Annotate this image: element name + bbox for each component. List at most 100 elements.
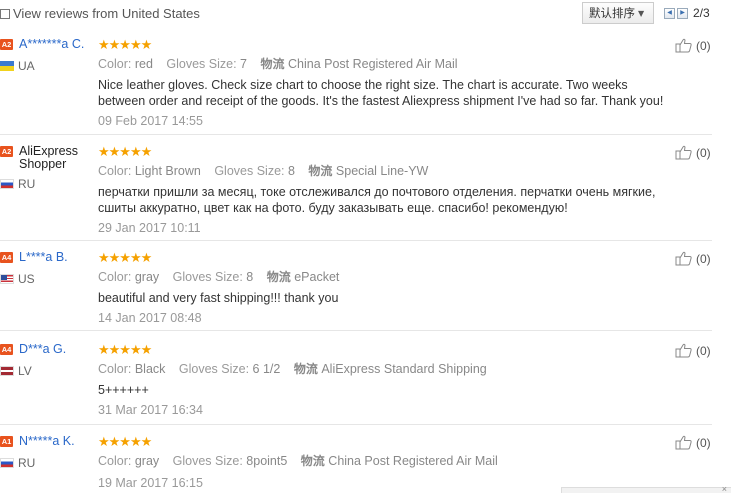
review-attributes: Color: Black Gloves Size: 6 1/2 物流 AliEx… (98, 362, 678, 376)
thumbs-up-icon (675, 343, 692, 358)
helpful-button[interactable]: (0) (675, 343, 711, 358)
reviewer-info: A4 D***a G. LV (0, 343, 96, 378)
reviewer-country: RU (0, 456, 96, 470)
buyer-level-badge: A4 (0, 252, 13, 263)
review-item: A4 L****a B. US ★★★★★ Color: gray Gloves… (0, 251, 712, 331)
shipping-label: 物流 (266, 270, 291, 284)
helpful-button[interactable]: (0) (675, 145, 711, 160)
helpful-count: (0) (696, 145, 711, 160)
helpful-count: (0) (696, 343, 711, 358)
color-value: gray (134, 454, 160, 468)
review-content: ★★★★★ Color: red Gloves Size: 7 物流 China… (98, 37, 678, 129)
country-code: LV (18, 364, 32, 378)
thumbs-up-icon (675, 435, 692, 450)
reviewer-country: RU (0, 177, 96, 191)
size-label: Gloves Size: (214, 164, 285, 178)
reviewer-name[interactable]: A*******a C. (19, 38, 84, 51)
color-value: gray (134, 270, 160, 284)
sort-dropdown-label: 默认排序 (589, 6, 635, 20)
buyer-level-badge: A1 (0, 436, 13, 447)
country-filter-label: View reviews from United States (13, 6, 200, 21)
shipping-value: China Post Registered Air Mail (328, 454, 498, 468)
size-value: 7 (240, 57, 247, 71)
reviewer-name[interactable]: D***a G. (19, 343, 66, 356)
review-date: 29 Jan 2017 10:11 (98, 221, 201, 235)
russia-flag-icon (0, 179, 14, 189)
review-attributes: Color: red Gloves Size: 7 物流 China Post … (98, 57, 678, 71)
color-label: Color: (98, 270, 132, 284)
reviewer-country: UA (0, 59, 96, 73)
reviewer-name[interactable]: L****a B. (19, 251, 68, 264)
star-rating: ★★★★★ (98, 37, 152, 52)
thumbs-up-icon (675, 145, 692, 160)
thumbs-up-icon (675, 38, 692, 53)
review-item: A2 AliExpress Shopper RU ★★★★★ Color: Li… (0, 145, 712, 241)
star-rating: ★★★★★ (98, 250, 152, 265)
country-filter[interactable]: View reviews from United States (0, 6, 200, 21)
size-value: 6 1/2 (252, 362, 281, 376)
close-icon[interactable]: × (722, 484, 727, 493)
country-code: US (18, 272, 35, 286)
country-code: RU (18, 177, 36, 191)
review-item: A1 N*****a K. RU ★★★★★ Color: gray Glove… (0, 435, 712, 493)
buyer-level-badge: A4 (0, 344, 13, 355)
review-item: A2 A*******a C. UA ★★★★★ Color: red Glov… (0, 38, 712, 135)
color-label: Color: (98, 57, 132, 71)
review-content: ★★★★★ Color: gray Gloves Size: 8 物流 ePac… (98, 250, 678, 326)
reviewer-info: A2 AliExpress Shopper RU (0, 145, 96, 191)
review-date: 09 Feb 2017 14:55 (98, 114, 203, 128)
helpful-button[interactable]: (0) (675, 435, 711, 450)
star-rating: ★★★★★ (98, 144, 152, 159)
reviewer-name[interactable]: AliExpress Shopper (19, 145, 89, 171)
floating-panel-edge: × (561, 484, 731, 493)
latvia-flag-icon (0, 366, 14, 376)
size-value: 8 (246, 270, 254, 284)
review-text: Nice leather gloves. Check size chart to… (98, 78, 664, 108)
helpful-count: (0) (696, 38, 711, 53)
shipping-label: 物流 (300, 454, 325, 468)
review-item: A4 D***a G. LV ★★★★★ Color: Black Gloves… (0, 343, 712, 425)
helpful-button[interactable]: (0) (675, 251, 711, 266)
star-rating: ★★★★★ (98, 434, 152, 449)
reviewer-country: US (0, 272, 96, 286)
russia-flag-icon (0, 458, 14, 468)
country-code: UA (18, 59, 35, 73)
sort-dropdown[interactable]: 默认排序 ▼ (582, 2, 654, 24)
pagination: ◀ ▶ 2/3 (664, 6, 710, 20)
usa-flag-icon (0, 274, 14, 284)
shipping-value: ePacket (294, 270, 340, 284)
size-label: Gloves Size: (172, 270, 243, 284)
size-label: Gloves Size: (172, 454, 243, 468)
reviewer-country: LV (0, 364, 96, 378)
color-value: Light Brown (134, 164, 201, 178)
helpful-button[interactable]: (0) (675, 38, 711, 53)
size-value: 8point5 (246, 454, 288, 468)
review-content: ★★★★★ Color: Light Brown Gloves Size: 8 … (98, 144, 678, 236)
review-content: ★★★★★ Color: gray Gloves Size: 8point5 物… (98, 434, 678, 491)
shipping-value: Special Line-YW (335, 164, 429, 178)
star-rating: ★★★★★ (98, 342, 152, 357)
next-page-icon[interactable]: ▶ (677, 7, 688, 19)
size-label: Gloves Size: (166, 57, 237, 71)
size-label: Gloves Size: (178, 362, 250, 376)
review-text: beautiful and very fast shipping!!! than… (98, 291, 339, 305)
review-content: ★★★★★ Color: Black Gloves Size: 6 1/2 物流… (98, 342, 678, 418)
shipping-label: 物流 (293, 362, 318, 376)
country-code: RU (18, 456, 36, 470)
helpful-count: (0) (696, 435, 711, 450)
reviewer-name[interactable]: N*****a K. (19, 435, 75, 448)
chevron-down-icon: ▼ (638, 8, 645, 18)
shipping-label: 物流 (308, 164, 333, 178)
shipping-value: China Post Registered Air Mail (287, 57, 458, 71)
ukraine-flag-icon (0, 61, 14, 71)
prev-page-icon[interactable]: ◀ (664, 7, 675, 19)
shipping-label: 物流 (260, 57, 285, 71)
color-value: red (134, 57, 153, 71)
country-filter-checkbox[interactable] (0, 8, 10, 19)
thumbs-up-icon (675, 251, 692, 266)
review-attributes: Color: gray Gloves Size: 8point5 物流 Chin… (98, 454, 678, 468)
shipping-value: AliExpress Standard Shipping (321, 362, 487, 376)
color-label: Color: (98, 164, 132, 178)
review-date: 14 Jan 2017 08:48 (98, 311, 202, 325)
buyer-level-badge: A2 (0, 146, 13, 157)
